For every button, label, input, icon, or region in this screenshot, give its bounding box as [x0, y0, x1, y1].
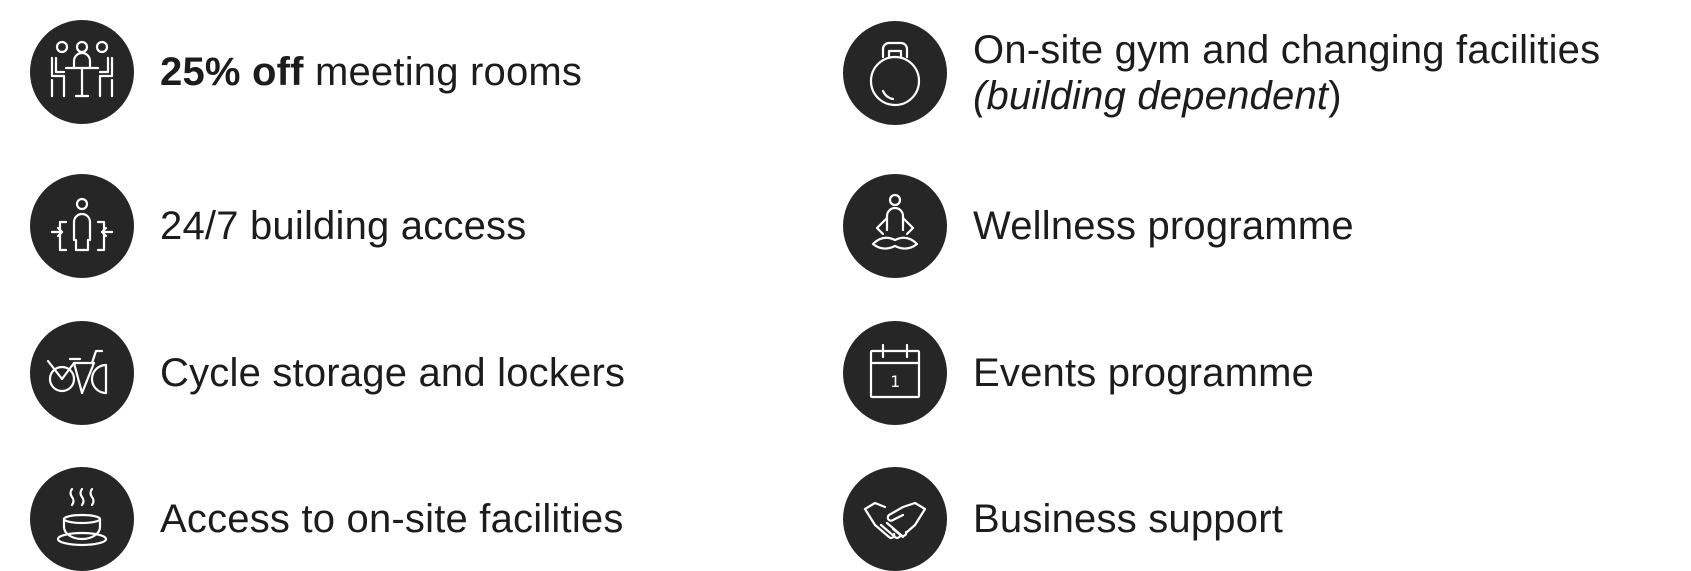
feature-label: Access to on-site facilities [160, 497, 624, 541]
feature-text-line2: (building dependent) [973, 73, 1600, 119]
meeting-table-icon [30, 20, 134, 124]
feature-onsite-facilities: Access to on-site facilities [30, 467, 624, 571]
bicycle-icon [30, 321, 134, 425]
feature-label: Wellness programme [973, 204, 1354, 248]
feature-text-line1: On-site gym and changing facilities [973, 28, 1601, 72]
building-access-icon [30, 174, 134, 278]
handshake-icon [843, 467, 947, 571]
feature-meeting-rooms: 25% off meeting rooms [30, 20, 582, 124]
feature-wellness: Wellness programme [843, 174, 1354, 278]
coffee-cup-icon [30, 467, 134, 571]
calendar-day: 1 [890, 372, 900, 391]
feature-gym: On-site gym and changing facilities (bui… [843, 21, 1600, 125]
meditation-icon [843, 174, 947, 278]
feature-events: 1 Events programme [843, 321, 1314, 425]
building-dependent-note: (building dependent [973, 74, 1329, 118]
feature-label: Cycle storage and lockers [160, 351, 626, 395]
feature-label: Business support [973, 497, 1284, 541]
kettlebell-icon [843, 21, 947, 125]
calendar-icon: 1 [843, 321, 947, 425]
feature-cycle-storage: Cycle storage and lockers [30, 321, 625, 425]
feature-label: On-site gym and changing facilities (bui… [973, 27, 1600, 119]
closing-paren: ) [1328, 74, 1342, 118]
discount-text: 25% off [160, 50, 304, 94]
feature-label: Events programme [973, 351, 1315, 395]
feature-business-support: Business support [843, 467, 1283, 571]
feature-text: meeting rooms [303, 50, 583, 94]
feature-building-access: 24/7 building access [30, 174, 526, 278]
feature-label: 24/7 building access [160, 204, 527, 248]
feature-label: 25% off meeting rooms [160, 49, 582, 95]
